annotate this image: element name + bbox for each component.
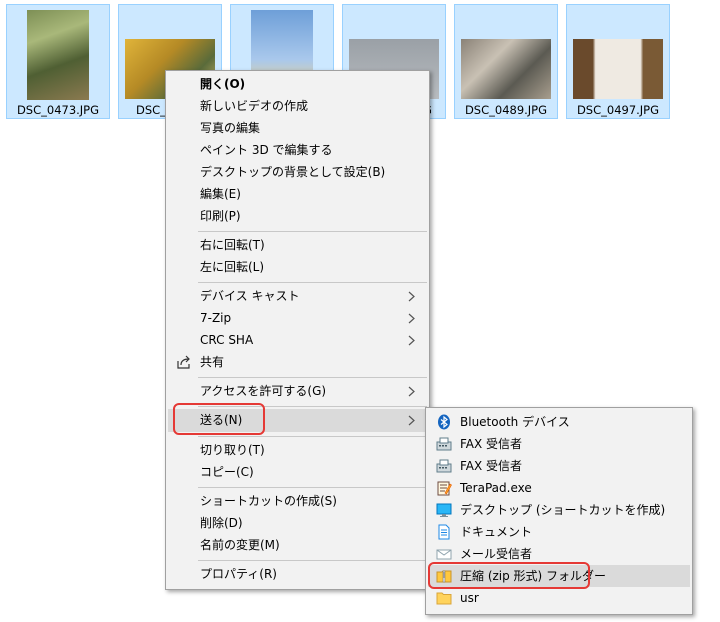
fax-icon [436, 436, 452, 452]
menu-separator [198, 282, 427, 283]
send-to-documents[interactable]: ドキュメント [428, 521, 690, 543]
desktop-icon [436, 502, 452, 518]
file-name: DSC_0473.JPG [16, 103, 100, 117]
highlight-zip-folder [428, 562, 590, 589]
highlight-send-to [173, 403, 265, 435]
share-icon [176, 354, 192, 370]
menu-item-properties[interactable]: プロパティ(R) [168, 563, 427, 585]
file-name: DSC_0497.JPG [576, 103, 660, 117]
menu-item-create-shortcut[interactable]: ショートカットの作成(S) [168, 490, 427, 512]
menu-item-open[interactable]: 開く(O) [168, 73, 427, 95]
chevron-right-icon [408, 285, 415, 302]
photo-thumbnail [573, 39, 663, 99]
send-to-terapad[interactable]: TeraPad.exe [428, 477, 690, 499]
send-to-desktop[interactable]: デスクトップ (ショートカットを作成) [428, 499, 690, 521]
photo-thumbnail [461, 39, 551, 99]
chevron-right-icon [408, 409, 415, 426]
menu-item-edit-photo[interactable]: 写真の編集 [168, 117, 427, 139]
mail-icon [436, 546, 452, 562]
menu-item-rename[interactable]: 名前の変更(M) [168, 534, 427, 556]
menu-separator [198, 377, 427, 378]
file-thumbnail-6[interactable]: DSC_0497.JPG [566, 4, 670, 119]
menu-item-set-background[interactable]: デスクトップの背景として設定(B) [168, 161, 427, 183]
menu-separator [198, 487, 427, 488]
menu-item-share[interactable]: 共有 [168, 351, 427, 373]
document-icon [436, 524, 452, 540]
fax-icon [436, 458, 452, 474]
photo-thumbnail [27, 10, 89, 100]
menu-separator [198, 560, 427, 561]
menu-item-crc-sha[interactable]: CRC SHA [168, 329, 427, 351]
bluetooth-icon [436, 414, 452, 430]
menu-item-cut[interactable]: 切り取り(T) [168, 439, 427, 461]
menu-item-print[interactable]: 印刷(P) [168, 205, 427, 227]
menu-item-delete[interactable]: 削除(D) [168, 512, 427, 534]
context-menu: 開く(O) 新しいビデオの作成 写真の編集 ペイント 3D で編集する デスクト… [165, 70, 430, 590]
chevron-right-icon [408, 380, 415, 397]
send-to-fax-2[interactable]: FAX 受信者 [428, 455, 690, 477]
menu-item-rotate-left[interactable]: 左に回転(L) [168, 256, 427, 278]
file-name: DSC_0489.JPG [464, 103, 548, 117]
send-to-usr[interactable]: usr [428, 587, 690, 609]
file-thumbnail-1[interactable]: DSC_0473.JPG [6, 4, 110, 119]
menu-separator [198, 231, 427, 232]
menu-item-new-video[interactable]: 新しいビデオの作成 [168, 95, 427, 117]
send-to-fax-1[interactable]: FAX 受信者 [428, 433, 690, 455]
menu-item-edit[interactable]: 編集(E) [168, 183, 427, 205]
menu-item-copy[interactable]: コピー(C) [168, 461, 427, 483]
menu-item-device-cast[interactable]: デバイス キャスト [168, 285, 427, 307]
menu-item-paint3d[interactable]: ペイント 3D で編集する [168, 139, 427, 161]
menu-item-give-access[interactable]: アクセスを許可する(G) [168, 380, 427, 402]
menu-separator [198, 436, 427, 437]
chevron-right-icon [408, 307, 415, 324]
menu-item-7zip[interactable]: 7-Zip [168, 307, 427, 329]
file-thumbnail-5[interactable]: DSC_0489.JPG [454, 4, 558, 119]
terapad-icon [436, 480, 452, 496]
menu-item-rotate-right[interactable]: 右に回転(T) [168, 234, 427, 256]
folder-icon [436, 590, 452, 606]
chevron-right-icon [408, 329, 415, 346]
send-to-bluetooth[interactable]: Bluetooth デバイス [428, 411, 690, 433]
